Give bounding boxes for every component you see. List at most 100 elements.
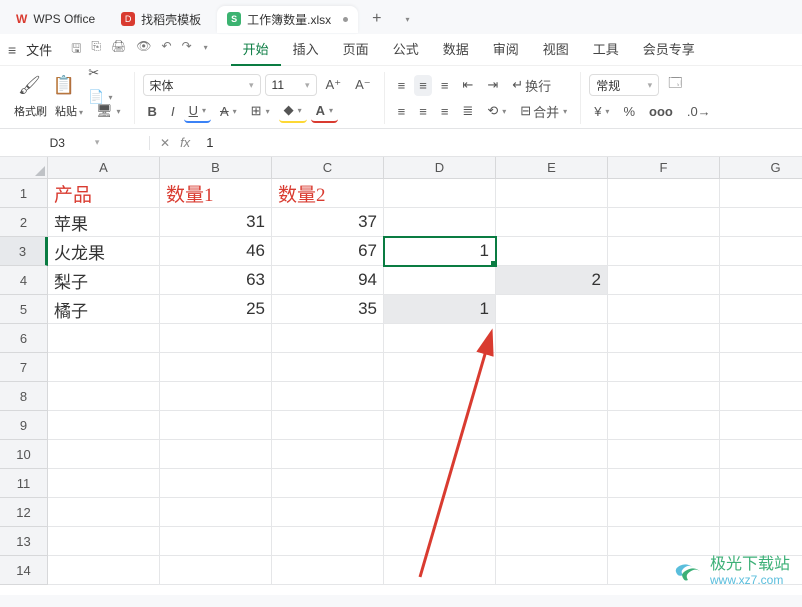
col-header-B[interactable]: B: [160, 157, 272, 179]
workbook-tab[interactable]: S 工作簿数量.xlsx: [217, 6, 358, 33]
cell-F4[interactable]: [608, 266, 720, 295]
tab-page[interactable]: 页面: [331, 33, 381, 66]
wps-home-tab[interactable]: W WPS Office: [6, 7, 105, 31]
indent-inc-button[interactable]: ⇥: [482, 74, 503, 96]
cell-G3[interactable]: [720, 237, 802, 266]
align-bottom-button[interactable]: ≡: [436, 75, 454, 96]
row-header-14[interactable]: 14: [0, 556, 48, 585]
align-top-button[interactable]: ≡: [393, 75, 411, 96]
cell-G8[interactable]: [720, 382, 802, 411]
cut-button[interactable]: ✂: [83, 62, 117, 84]
row-header-2[interactable]: 2: [0, 208, 48, 237]
cell-E5[interactable]: [496, 295, 608, 324]
paste-label[interactable]: 粘贴: [55, 103, 83, 119]
cell-C8[interactable]: [272, 382, 384, 411]
tab-member[interactable]: 会员专享: [631, 33, 707, 66]
new-doc-icon[interactable]: ⎘: [88, 37, 104, 62]
name-box[interactable]: D3 ▾: [0, 136, 150, 150]
row-header-5[interactable]: 5: [0, 295, 48, 324]
cell-F1[interactable]: [608, 179, 720, 208]
tab-review[interactable]: 审阅: [481, 33, 531, 66]
cell-C11[interactable]: [272, 469, 384, 498]
col-header-C[interactable]: C: [272, 157, 384, 179]
undo-icon[interactable]: ↶: [159, 37, 175, 62]
cell-G5[interactable]: [720, 295, 802, 324]
cell-C7[interactable]: [272, 353, 384, 382]
currency-button[interactable]: ¥: [589, 101, 614, 122]
cell-A10[interactable]: [48, 440, 160, 469]
row-header-9[interactable]: 9: [0, 411, 48, 440]
cell-F7[interactable]: [608, 353, 720, 382]
cell-D9[interactable]: [384, 411, 496, 440]
bold-button[interactable]: B: [143, 101, 162, 122]
font-family-select[interactable]: 宋体▾: [143, 74, 261, 96]
col-header-E[interactable]: E: [496, 157, 608, 179]
col-header-G[interactable]: G: [720, 157, 802, 179]
row-header-10[interactable]: 10: [0, 440, 48, 469]
cell-D13[interactable]: [384, 527, 496, 556]
cell-B2[interactable]: 31: [160, 208, 272, 237]
cell-E3[interactable]: [496, 237, 608, 266]
wrap-text-button[interactable]: ↵ 换行: [507, 73, 556, 98]
hamburger-icon[interactable]: ≡: [8, 42, 16, 58]
cell-D2[interactable]: [384, 208, 496, 237]
increase-font-button[interactable]: A⁺: [321, 74, 347, 96]
indent-dec-button[interactable]: ⇤: [457, 74, 478, 96]
paste-button[interactable]: 📋: [49, 73, 79, 98]
cell-C1[interactable]: 数量2: [272, 179, 384, 208]
tab-start[interactable]: 开始: [231, 33, 281, 66]
cell-C4[interactable]: 94: [272, 266, 384, 295]
cell-F5[interactable]: [608, 295, 720, 324]
cell-A8[interactable]: [48, 382, 160, 411]
cell-D7[interactable]: [384, 353, 496, 382]
preview-icon[interactable]: 👁: [133, 37, 154, 62]
cell-E10[interactable]: [496, 440, 608, 469]
cell-A7[interactable]: [48, 353, 160, 382]
cell-E9[interactable]: [496, 411, 608, 440]
cell-style-button[interactable]: 🗔: [663, 71, 687, 99]
qa-more-icon[interactable]: [199, 37, 211, 62]
cell-F9[interactable]: [608, 411, 720, 440]
cell-F12[interactable]: [608, 498, 720, 527]
cell-B14[interactable]: [160, 556, 272, 585]
cell-B11[interactable]: [160, 469, 272, 498]
cell-E7[interactable]: [496, 353, 608, 382]
decrease-font-button[interactable]: A⁻: [350, 74, 376, 96]
cell-E4[interactable]: 2: [496, 266, 608, 295]
cell-F3[interactable]: [608, 237, 720, 266]
file-menu[interactable]: 文件: [22, 40, 56, 59]
comma-button[interactable]: ooo: [644, 101, 678, 122]
row-header-12[interactable]: 12: [0, 498, 48, 527]
format-painter-button[interactable]: 🖌: [14, 73, 45, 98]
cell-C2[interactable]: 37: [272, 208, 384, 237]
cell-A6[interactable]: [48, 324, 160, 353]
cell-B9[interactable]: [160, 411, 272, 440]
cell-B4[interactable]: 63: [160, 266, 272, 295]
cell-B7[interactable]: [160, 353, 272, 382]
cell-G9[interactable]: [720, 411, 802, 440]
orientation-button[interactable]: ⟲: [482, 100, 511, 122]
cell-A3[interactable]: 火龙果: [48, 237, 160, 266]
tab-insert[interactable]: 插入: [281, 33, 331, 66]
cell-G10[interactable]: [720, 440, 802, 469]
strikethrough-button[interactable]: A: [215, 101, 242, 122]
cell-A2[interactable]: 苹果: [48, 208, 160, 237]
row-header-8[interactable]: 8: [0, 382, 48, 411]
cell-G4[interactable]: [720, 266, 802, 295]
tab-view[interactable]: 视图: [531, 33, 581, 66]
daoke-tab[interactable]: D 找稻壳模板: [111, 6, 211, 33]
cell-F10[interactable]: [608, 440, 720, 469]
col-header-A[interactable]: A: [48, 157, 160, 179]
fx-icon[interactable]: fx: [180, 135, 190, 150]
cell-A1[interactable]: 产品: [48, 179, 160, 208]
cell-F11[interactable]: [608, 469, 720, 498]
cell-D10[interactable]: [384, 440, 496, 469]
cell-G12[interactable]: [720, 498, 802, 527]
cell-F8[interactable]: [608, 382, 720, 411]
percent-button[interactable]: %: [618, 101, 640, 122]
merge-cells-button[interactable]: ⊟ 合并: [515, 99, 572, 124]
cell-F13[interactable]: [608, 527, 720, 556]
cell-D5[interactable]: 1: [384, 295, 496, 324]
cell-C5[interactable]: 35: [272, 295, 384, 324]
cell-G11[interactable]: [720, 469, 802, 498]
